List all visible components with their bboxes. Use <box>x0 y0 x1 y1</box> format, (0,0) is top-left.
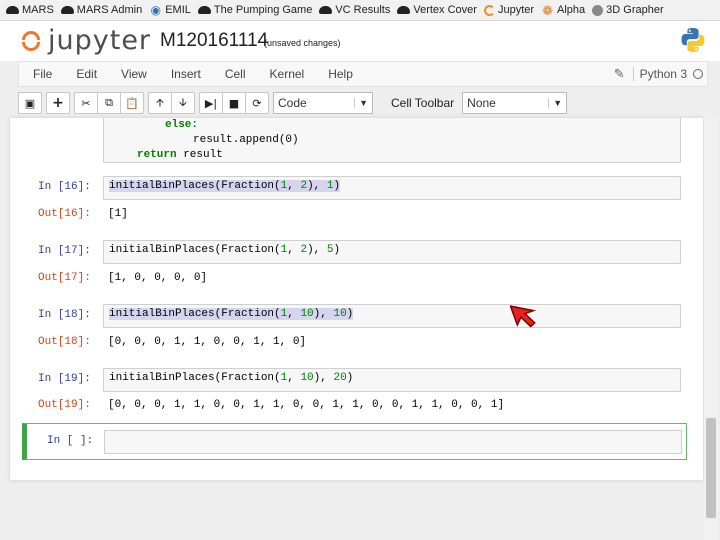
cut-button[interactable]: ✂ <box>74 92 98 114</box>
menubar: File Edit View Insert Cell Kernel Help ✎… <box>18 61 708 87</box>
run-button[interactable]: ▶| <box>199 92 223 114</box>
code-selection: initialBinPlaces(Fraction(1, 10), 10) <box>109 308 354 320</box>
notebook-name[interactable]: M120161114 <box>160 30 268 52</box>
notebook-header: jupyter M120161114 (unsaved changes) <box>0 21 720 61</box>
menu-insert[interactable]: Insert <box>171 67 201 81</box>
bookmark-jupyter[interactable]: Jupyter <box>483 4 534 16</box>
bookmark-emil[interactable]: ◉ EMIL <box>149 2 190 17</box>
chevron-down-icon: ▼ <box>548 98 562 108</box>
toolbar: ▣ + ✂ ⧉ 📋 🡩 🡫 ▶| ■ ⟳ Code ▼ Cell Toolbar… <box>18 90 708 116</box>
move-up-button[interactable]: 🡩 <box>148 92 172 114</box>
cell-toolbar-select[interactable]: None ▼ <box>462 92 568 114</box>
code-cell-input[interactable]: else: result.append(0) return result <box>103 118 681 163</box>
code-cell-input[interactable]: initialBinPlaces(Fraction(1, 10), 20) <box>103 368 681 392</box>
interrupt-button[interactable]: ■ <box>222 92 246 114</box>
save-status: (unsaved changes) <box>264 38 341 48</box>
in-prompt: In [18]: <box>38 309 91 321</box>
cell-output: [0, 0, 0, 1, 1, 0, 0, 1, 1, 0, 0, 1, 1, … <box>108 399 505 411</box>
stop-icon: ■ <box>228 96 240 110</box>
code-keyword: return <box>137 149 177 161</box>
scrollbar[interactable] <box>704 118 718 540</box>
cell-output: [1] <box>108 208 128 220</box>
code-line: else: <box>165 119 199 131</box>
cell-type-value: Code <box>278 96 307 110</box>
paste-icon: 📋 <box>125 96 139 110</box>
cell-output: [0, 0, 0, 1, 1, 0, 0, 1, 1, 0] <box>108 336 307 348</box>
cell-toolbar-value: None <box>467 96 496 110</box>
jupyter-logo[interactable]: jupyter <box>22 25 151 56</box>
chevron-down-icon: ▼ <box>354 98 368 108</box>
copy-icon: ⧉ <box>105 96 113 109</box>
mouse-cursor-icon <box>510 305 537 328</box>
code-cell-input[interactable]: initialBinPlaces(Fraction(1, 10), 10) <box>103 304 681 328</box>
python-logo-icon <box>681 28 705 52</box>
menu-edit[interactable]: Edit <box>76 67 97 81</box>
hat-icon <box>197 6 211 14</box>
arrow-down-icon: 🡫 <box>179 95 187 109</box>
notebook-page: else: result.append(0) return result In … <box>10 118 703 480</box>
code-cell-input[interactable]: initialBinPlaces(Fraction(1, 2), 1) <box>103 176 681 200</box>
bookmark-mars[interactable]: MARS <box>6 4 54 16</box>
scrollbar-thumb[interactable] <box>706 418 716 518</box>
gear-icon: ❁ <box>542 2 553 18</box>
out-prompt: Out[18]: <box>38 336 91 348</box>
menu-file[interactable]: File <box>33 67 52 81</box>
menu-kernel[interactable]: Kernel <box>270 67 305 81</box>
code-line: result <box>176 149 223 161</box>
bookmarks-bar: MARS MARS Admin ◉ EMIL The Pumping Game V… <box>0 0 720 21</box>
scissors-icon: ✂ <box>81 96 91 110</box>
kernel-name: Python 3 <box>632 67 687 81</box>
jupyter-logo-icon <box>22 28 42 54</box>
jupyter-icon <box>483 4 495 16</box>
refresh-icon: ⟳ <box>252 96 262 110</box>
code-line: result.append(0) <box>193 134 299 146</box>
menu-help[interactable]: Help <box>328 67 353 81</box>
bookmark-pumping-game[interactable]: The Pumping Game <box>197 4 312 16</box>
step-forward-icon: ▶| <box>204 96 218 110</box>
edit-mode-pencil-icon: ✎ <box>613 66 625 81</box>
hat-icon <box>60 6 74 14</box>
hat-icon <box>6 6 19 14</box>
bookmark-alpha[interactable]: ❁ Alpha <box>541 2 585 18</box>
code-cell-input[interactable]: initialBinPlaces(Fraction(1, 2), 5) <box>103 240 681 264</box>
move-down-button[interactable]: 🡫 <box>171 92 195 114</box>
menu-cell[interactable]: Cell <box>225 67 246 81</box>
bookmark-3d-grapher[interactable]: 3D Grapher <box>592 4 664 16</box>
bookmark-mars-admin[interactable]: MARS Admin <box>60 4 142 16</box>
active-code-cell[interactable]: In [ ]: <box>22 423 687 460</box>
cell-output: [1, 0, 0, 0, 0] <box>108 272 208 284</box>
kernel-idle-indicator-icon <box>693 69 703 79</box>
save-button[interactable]: ▣ <box>18 92 42 114</box>
out-prompt: Out[19]: <box>38 399 91 411</box>
hat-icon <box>397 6 411 14</box>
code-cell-input[interactable] <box>104 430 682 454</box>
out-prompt: Out[17]: <box>38 272 91 284</box>
globe-icon: ◉ <box>150 2 161 17</box>
cell-type-select[interactable]: Code ▼ <box>273 92 373 114</box>
out-prompt: Out[16]: <box>38 208 91 220</box>
arrow-up-icon: 🡩 <box>156 95 164 109</box>
bookmark-vertex-cover[interactable]: Vertex Cover <box>397 4 477 16</box>
jupyter-logo-text: jupyter <box>48 25 152 56</box>
in-prompt: In [17]: <box>38 245 91 257</box>
code-selection: initialBinPlaces(Fraction(1, 2), 1) <box>109 180 341 192</box>
cell-toolbar-label: Cell Toolbar <box>391 96 455 110</box>
restart-button[interactable]: ⟳ <box>245 92 269 114</box>
save-icon: ▣ <box>24 96 36 110</box>
grapher-icon <box>592 4 604 16</box>
hat-icon <box>319 6 333 14</box>
plus-icon: + <box>52 95 64 111</box>
menu-view[interactable]: View <box>121 67 147 81</box>
insert-cell-button[interactable]: + <box>46 92 70 114</box>
in-prompt: In [16]: <box>38 181 91 193</box>
bookmark-vc-results[interactable]: VC Results <box>319 4 390 16</box>
paste-button[interactable]: 📋 <box>120 92 144 114</box>
notebook-area: else: result.append(0) return result In … <box>0 118 720 540</box>
copy-button[interactable]: ⧉ <box>97 92 121 114</box>
in-prompt: In [19]: <box>38 373 91 385</box>
